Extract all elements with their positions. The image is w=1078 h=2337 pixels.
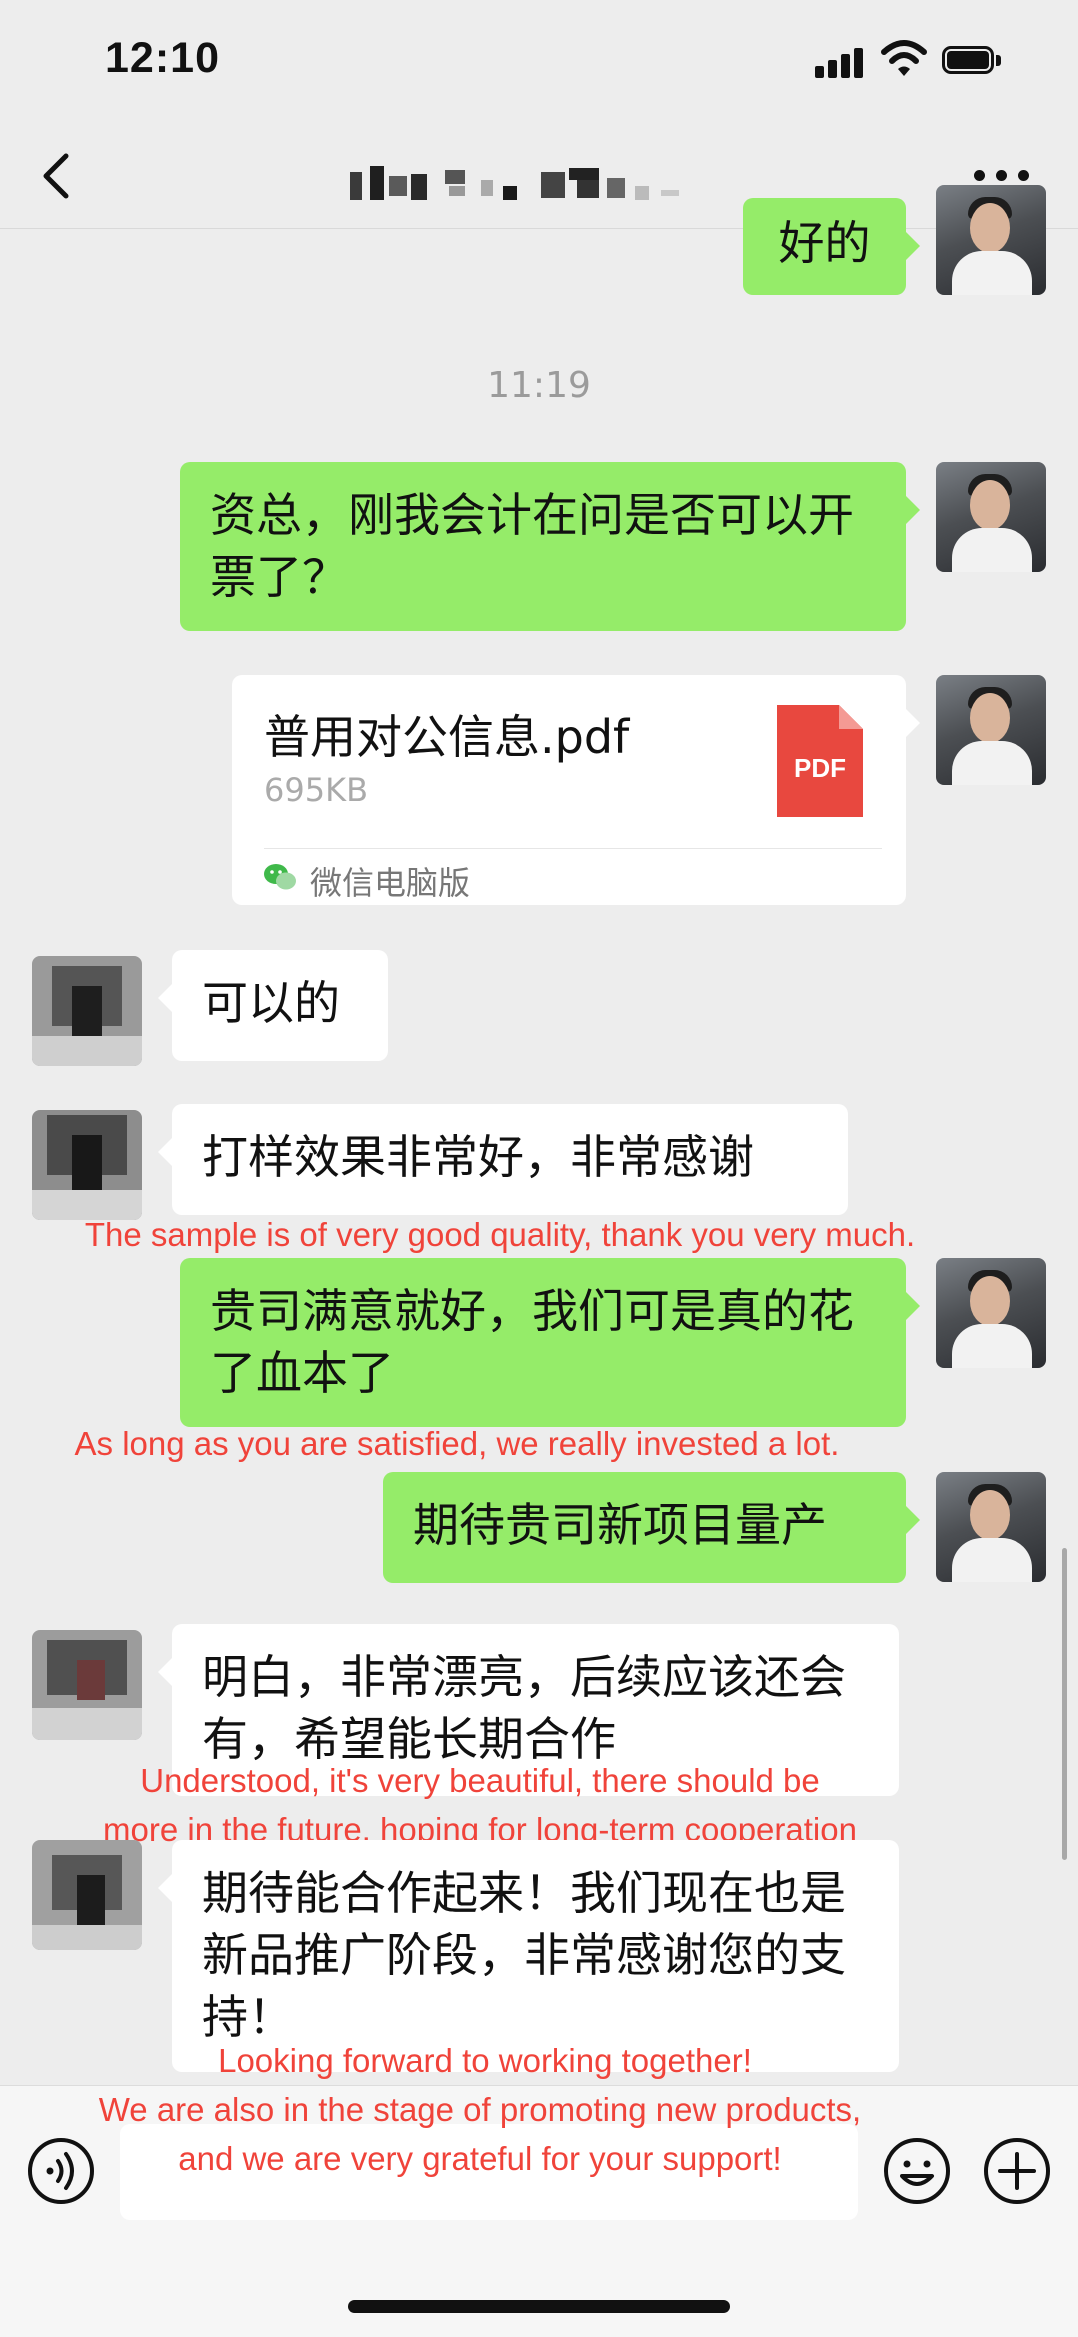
battery-icon	[942, 46, 1002, 76]
translation-text: As long as you are satisfied, we really …	[74, 1425, 840, 1462]
message-bubble-sent[interactable]: 期待贵司新项目量产	[383, 1472, 920, 1583]
back-icon[interactable]	[36, 150, 76, 202]
message-text: 资总，刚我会计在问是否可以开票了？	[210, 488, 854, 604]
contact-avatar[interactable]	[32, 956, 142, 1066]
pdf-icon-label: PDF	[794, 753, 846, 783]
more-options-icon[interactable]	[972, 164, 1032, 184]
my-avatar[interactable]	[936, 1258, 1046, 1368]
translation-line: Understood, it's very beautiful, there s…	[140, 1762, 820, 1799]
pixelated-name-graphic	[350, 166, 679, 200]
my-avatar[interactable]	[936, 185, 1046, 295]
message-text: 好的	[778, 216, 871, 270]
wechat-icon	[264, 864, 296, 890]
message-text: 贵司满意就好，我们可是真的花了血本了	[210, 1284, 854, 1400]
chat-title	[345, 150, 775, 210]
plus-icon[interactable]	[982, 2136, 1052, 2206]
message-text: 可以的	[202, 976, 340, 1030]
message-text: 期待贵司新项目量产	[413, 1498, 827, 1552]
file-message-card[interactable]: 普用对公信息.pdf 695KB PDF 微信电脑版	[232, 675, 920, 905]
message-text: 打样效果非常好，非常感谢	[202, 1130, 754, 1184]
contact-avatar[interactable]	[32, 1840, 142, 1950]
pdf-icon: PDF	[777, 705, 863, 817]
translation-line: Looking forward to working together!	[218, 2042, 752, 2079]
divider	[264, 848, 882, 849]
message-bubble-received[interactable]: 可以的	[158, 950, 388, 1061]
message-bubble-sent[interactable]: 好的	[743, 198, 920, 295]
translation-line: and we are very grateful for your suppor…	[178, 2140, 782, 2177]
scrollbar[interactable]	[1062, 1548, 1067, 1860]
file-source-label: 微信电脑版	[310, 864, 471, 902]
translation-text: Looking forward to working together! We …	[0, 2036, 960, 2183]
message-text: 期待能合作起来！我们现在也是新品推广阶段，非常感谢您的支持！	[202, 1866, 846, 2044]
status-time: 12:10	[105, 34, 220, 82]
message-bubble-sent[interactable]: 贵司满意就好，我们可是真的花了血本了	[180, 1258, 920, 1427]
my-avatar[interactable]	[936, 462, 1046, 572]
message-text: 明白，非常漂亮，后续应该还会有，希望能长期合作	[202, 1650, 846, 1766]
status-bar: 12:10	[0, 0, 1078, 120]
chat-timestamp: 11:19	[487, 365, 591, 406]
my-avatar[interactable]	[936, 675, 1046, 785]
home-indicator[interactable]	[348, 2300, 730, 2313]
translation-text: The sample is of very good quality, than…	[84, 1216, 916, 1253]
message-bubble-sent[interactable]: 资总，刚我会计在问是否可以开票了？	[180, 462, 920, 631]
chat-header	[0, 120, 1078, 229]
message-bubble-received[interactable]: 打样效果非常好，非常感谢	[158, 1104, 848, 1215]
my-avatar[interactable]	[936, 1472, 1046, 1582]
contact-avatar[interactable]	[32, 1110, 142, 1220]
wifi-icon	[881, 40, 927, 76]
file-size: 695KB	[264, 771, 369, 809]
contact-avatar[interactable]	[32, 1630, 142, 1740]
cellular-signal-icon	[815, 48, 867, 78]
file-name: 普用对公信息.pdf	[264, 710, 630, 764]
translation-line: We are also in the stage of promoting ne…	[98, 2091, 862, 2128]
